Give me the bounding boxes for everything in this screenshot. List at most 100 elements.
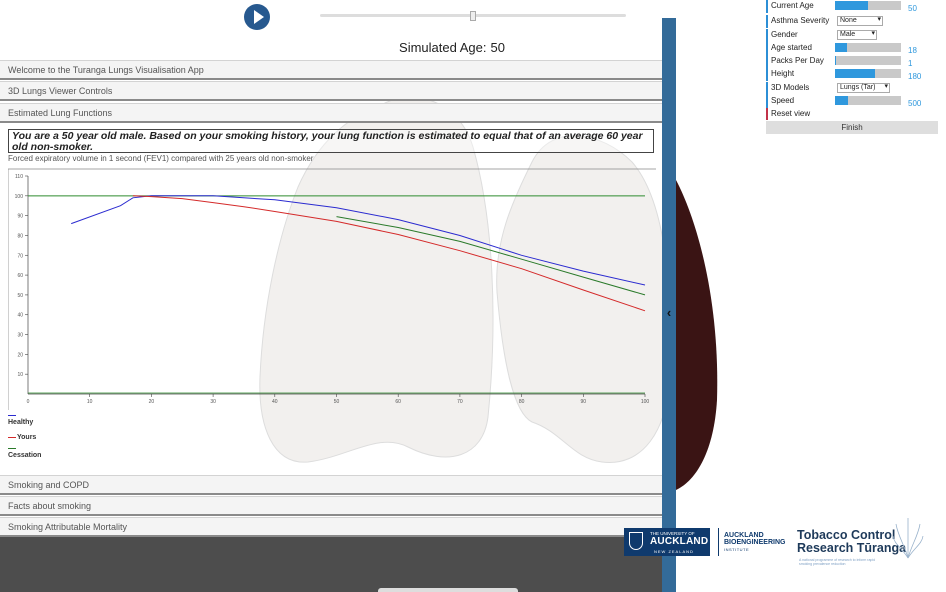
age-timeline-thumb[interactable] [470, 11, 476, 21]
height-value[interactable]: 180 [908, 72, 936, 82]
packs-label: Packs Per Day [771, 56, 824, 65]
lung-function-message: You are a 50 year old male. Based on you… [8, 129, 654, 153]
height-label: Height [771, 69, 795, 78]
y-tick-label: 60 [17, 273, 23, 279]
y-tick-label: 110 [15, 174, 23, 180]
abi-line2: BIOENGINEERING [724, 539, 786, 546]
reset-view-button[interactable]: Reset view [766, 108, 938, 120]
packs-slider[interactable] [835, 56, 901, 65]
uoa-line2: AUCKLAND [650, 536, 709, 547]
y-tick-label: 100 [15, 194, 24, 200]
age-started-label: Age started [771, 43, 812, 52]
x-tick-label: 70 [457, 399, 463, 405]
chevron-left-icon[interactable]: ‹ [662, 305, 676, 321]
section-lung-functions[interactable]: Estimated Lung Functions [0, 103, 662, 123]
section-welcome[interactable]: Welcome to the Turanga Lungs Visualisati… [0, 60, 662, 80]
simulated-age-readout: Simulated Age: 50 [380, 40, 520, 55]
series-line-yours [132, 195, 646, 312]
models-row: 3D Models Lungs (Tar) [766, 82, 938, 95]
x-tick-label: 100 [641, 399, 650, 405]
university-of-auckland-logo[interactable]: THE UNIVERSITY OF AUCKLAND NEW ZEALAND [624, 528, 710, 556]
y-tick-label: 10 [17, 372, 23, 378]
y-tick-label: 70 [17, 253, 23, 259]
x-tick-label: 10 [87, 399, 93, 405]
series-line-cessation [336, 216, 646, 296]
gender-select[interactable]: Male [837, 30, 877, 40]
asthma-select[interactable]: None [837, 16, 883, 26]
abi-line1: AUCKLAND [724, 532, 764, 539]
chart-axes: 10 20 30 40 50 60 70 80 90 100 110 10 20 30 40 50 60 70 80… [15, 174, 650, 405]
fev1-line-chart: 10 20 30 40 50 60 70 80 90 100 110 10 20 30 40 50 60 70 80… [8, 168, 656, 410]
y-tick-label: 30 [17, 333, 23, 339]
x-tick-label: 50 [334, 399, 340, 405]
legend-swatch [8, 447, 16, 449]
current-age-label: Current Age [771, 1, 814, 10]
abi-line3: INSTITUTE [724, 547, 750, 552]
x-tick-label: 90 [581, 399, 587, 405]
speed-fill [835, 96, 849, 105]
x-tick-label: 80 [519, 399, 525, 405]
y-tick-label: 50 [17, 293, 23, 299]
viewer-footer-area [0, 537, 662, 592]
speed-slider[interactable] [835, 96, 901, 105]
simulated-age-label: Simulated Age: [399, 40, 487, 55]
bottom-drawer-handle[interactable] [378, 588, 518, 592]
legend-item-yours: Yours [8, 434, 128, 445]
x-tick-label: 20 [149, 399, 155, 405]
y-tick-label: 20 [17, 352, 23, 358]
current-age-fill [835, 1, 868, 10]
settings-panel: Current Age 50 Asthma Severity None Gend… [766, 0, 938, 134]
partner-logos: THE UNIVERSITY OF AUCKLAND NEW ZEALAND A… [624, 514, 934, 574]
models-select[interactable]: Lungs (Tar) [837, 83, 890, 93]
packs-row: Packs Per Day 1 [766, 55, 938, 68]
x-origin-label: 0 [27, 399, 30, 405]
simulated-age-value: 50 [490, 40, 505, 55]
uoa-line3: NEW ZEALAND [654, 549, 694, 554]
tcr-title-line2: Research Tūranga [797, 541, 907, 555]
chart-legend: Healthy Yours Cessation [8, 412, 128, 467]
legend-item-cessation: Cessation [8, 445, 128, 467]
fev1-caption: Forced expiratory volume in 1 second (FE… [8, 154, 314, 163]
gender-label: Gender [771, 30, 798, 39]
current-age-slider[interactable] [835, 1, 901, 10]
age-started-slider[interactable] [835, 43, 901, 52]
speed-label: Speed [771, 96, 795, 105]
models-label: 3D Models [771, 83, 810, 92]
play-button[interactable] [244, 4, 270, 30]
packs-fill [835, 56, 837, 65]
asthma-label: Asthma Severity [771, 16, 830, 25]
asthma-row: Asthma Severity None [766, 15, 938, 28]
gender-row: Gender Male [766, 29, 938, 42]
finish-button[interactable]: Finish [766, 121, 938, 134]
legend-label: Cessation [8, 452, 42, 459]
age-started-fill [835, 43, 847, 52]
y-tick-label: 90 [17, 214, 23, 220]
x-tick-label: 30 [210, 399, 216, 405]
x-tick-label: 40 [272, 399, 278, 405]
section-mortality[interactable]: Smoking Attributable Mortality [0, 517, 662, 537]
legend-label: Healthy [8, 419, 34, 426]
tcr-tagline: A national programme of research to info… [799, 558, 876, 566]
legend-item-healthy: Healthy [8, 412, 128, 434]
x-tick-label: 60 [395, 399, 401, 405]
chart-frame [8, 168, 656, 410]
y-tick-label: 80 [17, 233, 23, 239]
height-row: Height 180 [766, 68, 938, 81]
current-age-row: Current Age 50 [766, 0, 938, 13]
speed-row: Speed 500 [766, 95, 938, 108]
legend-swatch [8, 436, 16, 438]
section-facts[interactable]: Facts about smoking [0, 496, 662, 516]
height-slider[interactable] [835, 69, 901, 78]
chart-series [28, 195, 646, 394]
logo-divider [718, 528, 719, 556]
tcr-flower-icon [892, 518, 924, 559]
legend-label: Yours [17, 434, 37, 441]
current-age-value[interactable]: 50 [908, 4, 936, 14]
series-line-healthy [71, 195, 646, 286]
section-viewer-controls[interactable]: 3D Lungs Viewer Controls [0, 81, 662, 101]
section-copd[interactable]: Smoking and COPD [0, 475, 662, 495]
crest-icon [629, 532, 643, 550]
tcr-title-line1: Tobacco Control [797, 528, 896, 542]
legend-swatch [8, 414, 16, 416]
height-fill [835, 69, 875, 78]
